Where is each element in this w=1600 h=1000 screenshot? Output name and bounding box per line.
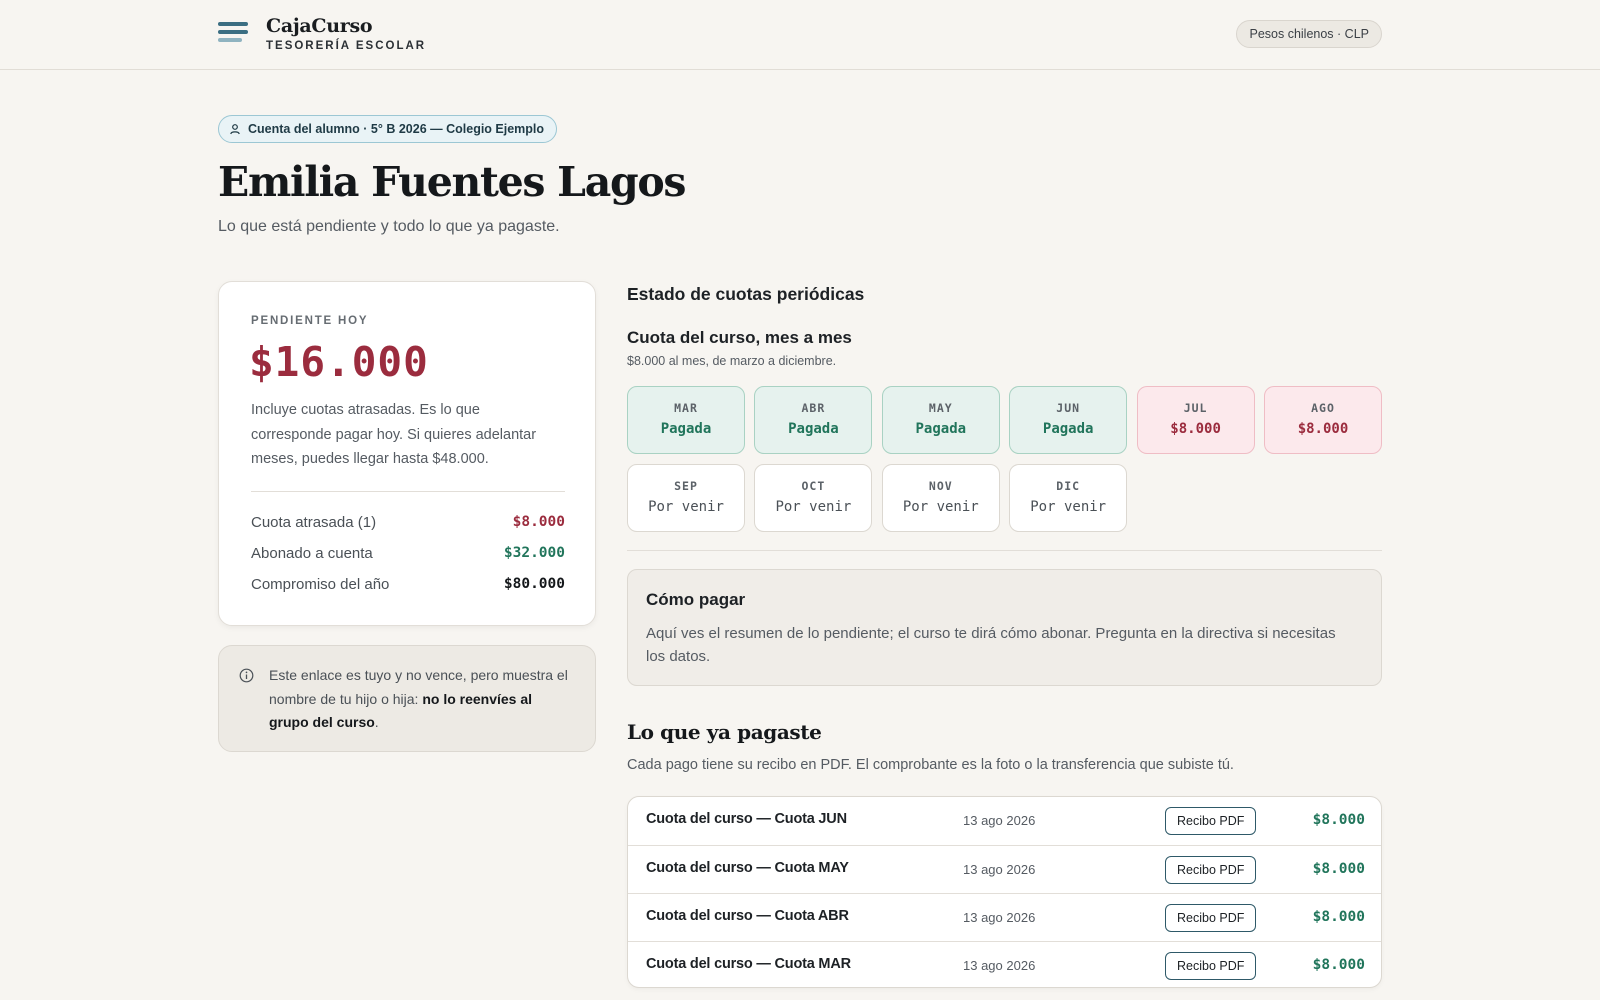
payment-amount: $8.000 — [1312, 812, 1365, 828]
month-status: $8.000 — [1297, 421, 1349, 437]
month-card-oct: OCT Por venir — [754, 464, 873, 532]
history-title: Lo que ya pagaste — [627, 720, 822, 744]
brand-subtitle: TESORERÍA ESCOLAR — [266, 40, 427, 52]
receipt-pdf-button[interactable]: Recibo PDF — [1165, 952, 1257, 980]
month-card-jul: JUL $8.000 — [1136, 386, 1255, 454]
month-status: $8.000 — [1170, 421, 1221, 437]
brand[interactable]: CajaCurso TESORERÍA ESCOLAR — [218, 14, 426, 52]
payment-concept: Cuota del curso — Cuota ABR — [646, 908, 849, 924]
summary-row-label: Abonado a cuenta — [251, 544, 373, 562]
privacy-notice-text: Este enlace es tuyo y no vence, pero mue… — [269, 664, 574, 735]
month-card-nov: NOV Por venir — [881, 464, 1000, 532]
receipt-pdf-button[interactable]: Recibo PDF — [1165, 904, 1257, 932]
month-status: Por venir — [775, 499, 852, 515]
month-card-mar: MAR Pagada — [627, 386, 745, 454]
summary-row-value: $8.000 — [512, 514, 565, 530]
page-subtitle: Lo que está pendiente y todo lo que ya p… — [218, 218, 560, 235]
user-icon — [230, 124, 240, 135]
month-status: Pagada — [1042, 421, 1094, 437]
payment-amount: $8.000 — [1312, 957, 1365, 973]
summary-row-label: Compromiso del año — [251, 575, 390, 593]
summary-row-paid: Abonado a cuenta $32.000 — [251, 541, 565, 565]
payment-amount: $8.000 — [1312, 909, 1365, 925]
receipt-pdf-button[interactable]: Recibo PDF — [1165, 807, 1257, 835]
summary-row-overdue: Cuota atrasada (1) $8.000 — [251, 510, 565, 534]
brand-name: CajaCurso — [266, 15, 373, 37]
payment-date: 13 ago 2026 — [963, 910, 1036, 925]
payment-concept: Cuota del curso — Cuota MAR — [646, 956, 851, 972]
how-to-pay-text: Aquí ves el resumen de lo pendiente; el … — [646, 625, 1336, 665]
fees-title: Cuota del curso, mes a mes — [627, 328, 852, 347]
month-status: Pagada — [788, 421, 839, 437]
month-card-abr: ABR Pagada — [754, 386, 873, 454]
table-row: Cuota del curso — Cuota MAY 13 ago 2026 Re… — [628, 845, 1381, 893]
account-chip: Cuenta del alumno · 5° B 2026 — Colegio … — [218, 115, 558, 143]
payment-date: 13 ago 2026 — [963, 862, 1036, 877]
currency-badge: Pesos chilenos · CLP — [1236, 20, 1382, 48]
month-status: Por venir — [902, 499, 979, 515]
menu-icon[interactable] — [218, 22, 248, 48]
summary-row-value: $80.000 — [503, 576, 565, 592]
pending-description: Incluye cuotas atrasadas. Es lo que corr… — [251, 402, 537, 467]
payment-amount: $8.000 — [1312, 861, 1365, 877]
month-label: JUN — [1056, 401, 1081, 415]
month-card-may: MAY Pagada — [881, 386, 1000, 454]
page-title: Emilia Fuentes Lagos — [218, 158, 686, 206]
payment-concept: Cuota del curso — Cuota MAY — [646, 860, 849, 876]
month-label: AGO — [1311, 401, 1335, 415]
payment-date: 13 ago 2026 — [963, 813, 1036, 828]
how-to-pay-card: Cómo pagar Aquí ves el resumen de lo pen… — [627, 569, 1382, 686]
brand-text: CajaCurso TESORERÍA ESCOLAR — [266, 14, 426, 52]
pending-kicker: PENDIENTE HOY — [251, 315, 369, 327]
month-label: OCT — [801, 479, 826, 493]
summary-row-commitment: Compromiso del año $80.000 — [251, 572, 565, 596]
summary-row-value: $32.000 — [503, 545, 565, 561]
month-status: Pagada — [915, 421, 967, 437]
month-label: MAR — [674, 401, 698, 415]
month-card-dic: DIC Por venir — [1009, 464, 1128, 532]
payment-date: 13 ago 2026 — [963, 958, 1036, 973]
summary-row-label: Cuota atrasada (1) — [251, 513, 377, 531]
month-label: NOV — [928, 479, 953, 493]
month-card-sep: SEP Por venir — [627, 464, 745, 532]
notice-text-end: . — [374, 714, 379, 730]
month-status: Por venir — [648, 499, 724, 515]
month-card-ago: AGO $8.000 — [1264, 386, 1382, 454]
payment-history-table: Cuota del curso — Cuota JUN 13 ago 2026 Re… — [627, 796, 1382, 988]
table-row: Cuota del curso — Cuota MAR 13 ago 2026 Re… — [628, 941, 1381, 987]
receipt-pdf-button[interactable]: Recibo PDF — [1165, 856, 1257, 884]
divider — [251, 491, 565, 492]
month-label: JUL — [1183, 401, 1208, 415]
fees-note: $8.000 al mes, de marzo a diciembre. — [627, 354, 837, 368]
month-label: ABR — [801, 401, 826, 415]
payment-concept: Cuota del curso — Cuota JUN — [646, 811, 847, 827]
top-bar: CajaCurso TESORERÍA ESCOLAR Pesos chilen… — [0, 0, 1600, 70]
fees-section-title: Estado de cuotas periódicas — [627, 284, 865, 304]
privacy-notice: Este enlace es tuyo y no vence, pero mue… — [218, 645, 596, 752]
month-label: DIC — [1056, 479, 1081, 493]
month-label: SEP — [674, 479, 698, 493]
history-note: Cada pago tiene su recibo en PDF. El com… — [627, 757, 1234, 773]
month-label: MAY — [928, 401, 953, 415]
divider — [627, 550, 1382, 551]
month-status: Pagada — [660, 421, 712, 437]
how-to-pay-title: Cómo pagar — [646, 590, 746, 609]
pending-summary-card: PENDIENTE HOY $16.000 Incluye cuotas atr… — [218, 281, 596, 626]
table-row: Cuota del curso — Cuota ABR 13 ago 2026 Re… — [628, 893, 1381, 941]
info-icon — [239, 668, 254, 683]
pending-amount: $16.000 — [249, 338, 429, 386]
account-chip-label: Cuenta del alumno · 5° B 2026 — Colegio … — [248, 122, 545, 136]
month-card-jun: JUN Pagada — [1009, 386, 1128, 454]
month-status: Por venir — [1030, 499, 1107, 515]
table-row: Cuota del curso — Cuota JUN 13 ago 2026 Re… — [628, 797, 1381, 845]
